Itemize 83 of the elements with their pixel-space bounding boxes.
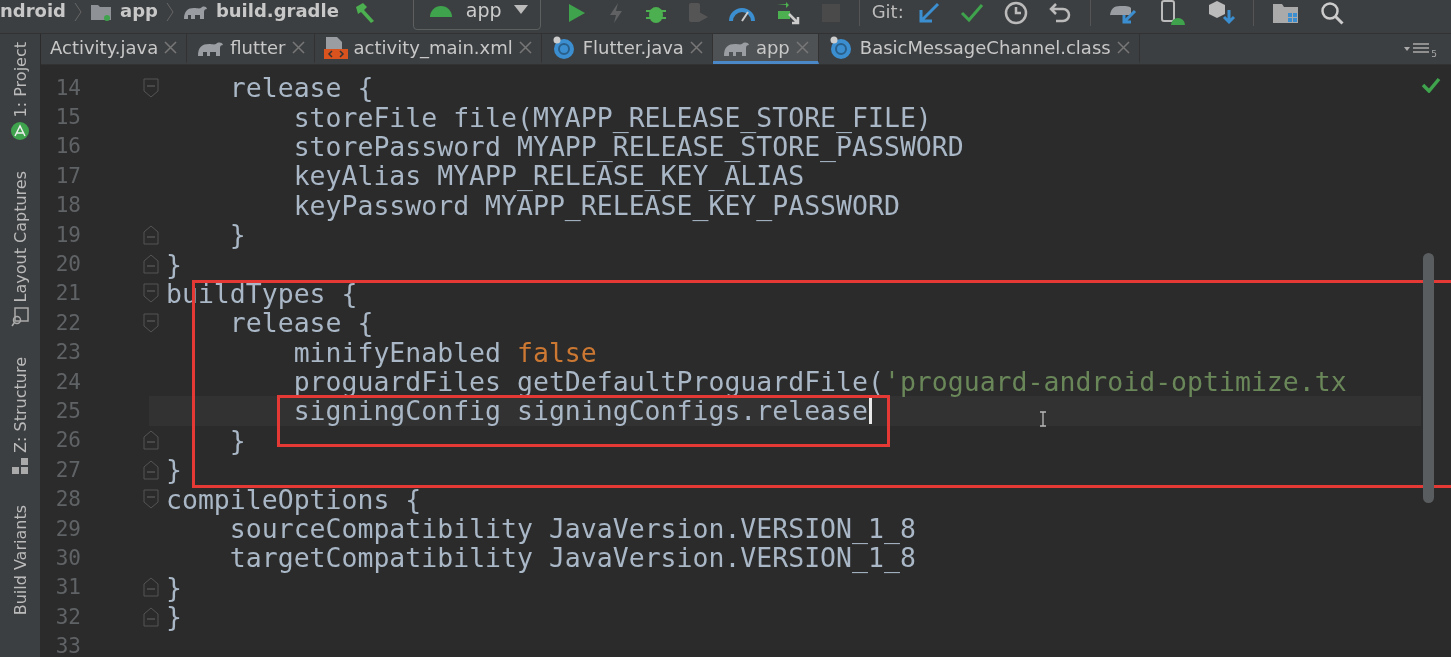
- line-number: 19: [54, 222, 81, 247]
- code-line: }: [166, 574, 182, 600]
- editor-tab[interactable]: flutter: [187, 34, 315, 64]
- line-number: 17: [54, 163, 81, 188]
- caret-icon: [513, 5, 528, 14]
- close-icon[interactable]: [164, 41, 178, 54]
- chevron-icon: [74, 1, 82, 22]
- code-line: release {: [229, 75, 374, 101]
- fold-marker-icon[interactable]: [143, 577, 159, 598]
- tool-window-button[interactable]: Build Variants: [10, 504, 30, 616]
- fold-marker-icon[interactable]: [143, 312, 159, 333]
- line-number: 23: [54, 340, 81, 365]
- code-line: proguardFiles getDefaultProguardFile('proguard-android-optimize.tx: [293, 369, 1347, 395]
- code-line: signingConfig signingConfigs.release: [293, 398, 868, 424]
- fold-marker-icon[interactable]: [143, 224, 159, 245]
- line-number: 33: [54, 634, 81, 657]
- folder-grid-icon[interactable]: [1271, 1, 1300, 24]
- line-number: 22: [54, 310, 81, 335]
- undo-icon[interactable]: [1047, 1, 1072, 24]
- tool-window-button[interactable]: Z: Structure: [10, 356, 30, 475]
- code-line: }: [166, 457, 182, 483]
- close-icon[interactable]: [1116, 41, 1130, 54]
- line-number: 15: [54, 105, 81, 130]
- editor-tab[interactable]: BasicMessageChannel.class: [818, 34, 1140, 64]
- checkmark-icon[interactable]: [959, 2, 984, 23]
- line-number: 28: [54, 487, 81, 512]
- clock-icon[interactable]: [1003, 0, 1028, 25]
- chevron-icon: [165, 1, 174, 22]
- breadcrumb-item[interactable]: build.gradle: [215, 0, 339, 21]
- fold-marker-icon[interactable]: [143, 77, 159, 98]
- fold-marker-icon[interactable]: [143, 489, 159, 510]
- line-number: 14: [54, 75, 81, 100]
- fold-marker-icon[interactable]: [143, 430, 159, 451]
- code-line: keyAlias MYAPP_RELEASE_KEY_ALIAS: [293, 163, 805, 189]
- structure-icon: [11, 456, 29, 475]
- editor-tab[interactable]: Activity.java: [41, 34, 188, 64]
- scrollbar-thumb[interactable]: [1423, 253, 1434, 503]
- line-number: 31: [54, 575, 81, 600]
- tab-list-button[interactable]: 5: [1404, 34, 1451, 64]
- phone-android-icon[interactable]: [1158, 0, 1187, 26]
- close-icon[interactable]: [291, 41, 305, 54]
- git-label: Git:: [871, 1, 904, 22]
- code-line: targetCompatibility JavaVersion.VERSION_1_8: [229, 545, 916, 571]
- fold-marker-icon[interactable]: [143, 459, 159, 480]
- editor-tab[interactable]: app: [712, 34, 819, 64]
- ibeam-cursor-icon: [1039, 411, 1047, 427]
- line-number: 18: [54, 193, 81, 218]
- line-number: 21: [54, 281, 81, 306]
- editor-tab[interactable]: activity_main.xml: [314, 34, 542, 64]
- line-number: 24: [54, 369, 81, 394]
- tool-window-button[interactable]: Layout Captures: [10, 171, 30, 327]
- code-line: sourceCompatibility JavaVersion.VERSION_1_8: [229, 516, 916, 542]
- code-line: }: [229, 427, 246, 453]
- line-number: 16: [54, 134, 81, 159]
- text-caret: [869, 397, 872, 425]
- fold-marker-icon[interactable]: [143, 254, 159, 275]
- line-number: 32: [54, 604, 81, 629]
- folder-icon: [90, 2, 112, 21]
- code-line: release {: [229, 310, 374, 336]
- search-icon[interactable]: [1319, 0, 1344, 25]
- breadcrumb-item[interactable]: ndroid: [0, 0, 66, 21]
- line-number: 25: [54, 399, 81, 423]
- capture-icon: [11, 306, 29, 327]
- breadcrumb-item[interactable]: app: [120, 0, 158, 21]
- line-number: 26: [54, 428, 81, 453]
- close-icon[interactable]: [689, 41, 703, 54]
- cube-download-icon[interactable]: [1206, 0, 1235, 26]
- close-icon[interactable]: [518, 41, 532, 54]
- fold-marker-icon[interactable]: [143, 283, 159, 304]
- line-number: 30: [54, 545, 81, 570]
- arrow-down-left-icon[interactable]: [917, 1, 940, 24]
- fold-marker-icon[interactable]: [143, 606, 159, 627]
- close-icon[interactable]: [795, 41, 809, 54]
- code-line: }: [166, 251, 182, 277]
- run-configuration-dropdown[interactable]: app: [412, 0, 541, 30]
- code-line: }: [229, 222, 246, 248]
- editor-tab[interactable]: Flutter.java: [541, 34, 713, 64]
- list-icon: [1404, 42, 1431, 56]
- line-number: 27: [54, 457, 81, 482]
- tool-window-button[interactable]: 1: Project: [10, 42, 30, 142]
- line-number: 20: [54, 252, 81, 277]
- code-line: }: [166, 604, 182, 630]
- line-number: 29: [54, 516, 81, 541]
